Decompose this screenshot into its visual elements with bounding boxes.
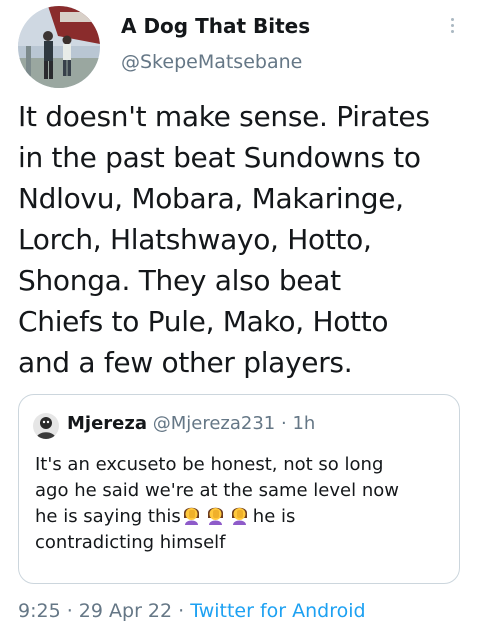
tweet-text-line: Ndlovu, Mobara, Makaringe, [18, 182, 404, 215]
author-name[interactable]: A Dog That Bites [121, 14, 310, 38]
tweet-text-line: It doesn't make sense. Pirates [18, 100, 430, 133]
quoted-avatar-icon [33, 413, 59, 439]
tweet-text-line: and a few other players. [18, 346, 353, 379]
avatar[interactable] [18, 6, 100, 88]
quoted-text-segment: he is [252, 506, 296, 527]
woman-facepalming-emoji-icon [229, 504, 250, 525]
quoted-author-handle[interactable]: @Mjereza231 [153, 413, 276, 434]
woman-facepalming-emoji-icon [181, 504, 202, 525]
quoted-text-line: ago he said we're at the same level now [35, 480, 399, 501]
more-options-icon[interactable] [446, 18, 458, 42]
quoted-tweet[interactable]: Mjereza @Mjereza231 · 1h It's an excuset… [18, 394, 460, 584]
tweet-card: A Dog That Bites @SkepeMatsebane It does… [0, 0, 480, 642]
tweet-meta: 9:25 · 29 Apr 22 · Twitter for Android [18, 600, 366, 622]
tweet-source-link[interactable]: Twitter for Android [190, 600, 365, 622]
quoted-separator: · [275, 413, 293, 434]
quoted-text-line: It's an excuseto be honest, not so long [35, 454, 384, 475]
quoted-avatar[interactable] [33, 413, 59, 439]
woman-facepalming-emoji-icon [205, 504, 226, 525]
quoted-time[interactable]: 1h [292, 413, 315, 434]
author-handle[interactable]: @SkepeMatsebane [121, 51, 302, 73]
tweet-text-line: Chiefs to Pule, Mako, Hotto [18, 305, 389, 338]
quoted-text: It's an excuseto be honest, not so long … [35, 452, 445, 556]
tweet-date[interactable]: 29 Apr 22 [79, 600, 172, 622]
tweet-header: A Dog That Bites @SkepeMatsebane [18, 6, 468, 90]
quoted-author-name[interactable]: Mjereza [67, 413, 147, 434]
tweet-text-line: Shonga. They also beat [18, 264, 341, 297]
tweet-time[interactable]: 9:25 [18, 600, 61, 622]
quoted-text-line: he is saying this he is [35, 504, 445, 530]
avatar-photo-icon [18, 6, 100, 88]
meta-separator: · [172, 600, 191, 622]
tweet-text-line: in the past beat Sundowns to [18, 141, 421, 174]
meta-separator: · [60, 600, 79, 622]
quoted-header: Mjereza @Mjereza231 · 1h [67, 413, 315, 434]
quoted-text-segment: he is saying this [35, 506, 181, 527]
quoted-text-line: contradicting himself [35, 532, 226, 553]
tweet-text: It doesn't make sense. Pirates in the pa… [18, 96, 468, 383]
tweet-text-line: Lorch, Hlatshwayo, Hotto, [18, 223, 372, 256]
